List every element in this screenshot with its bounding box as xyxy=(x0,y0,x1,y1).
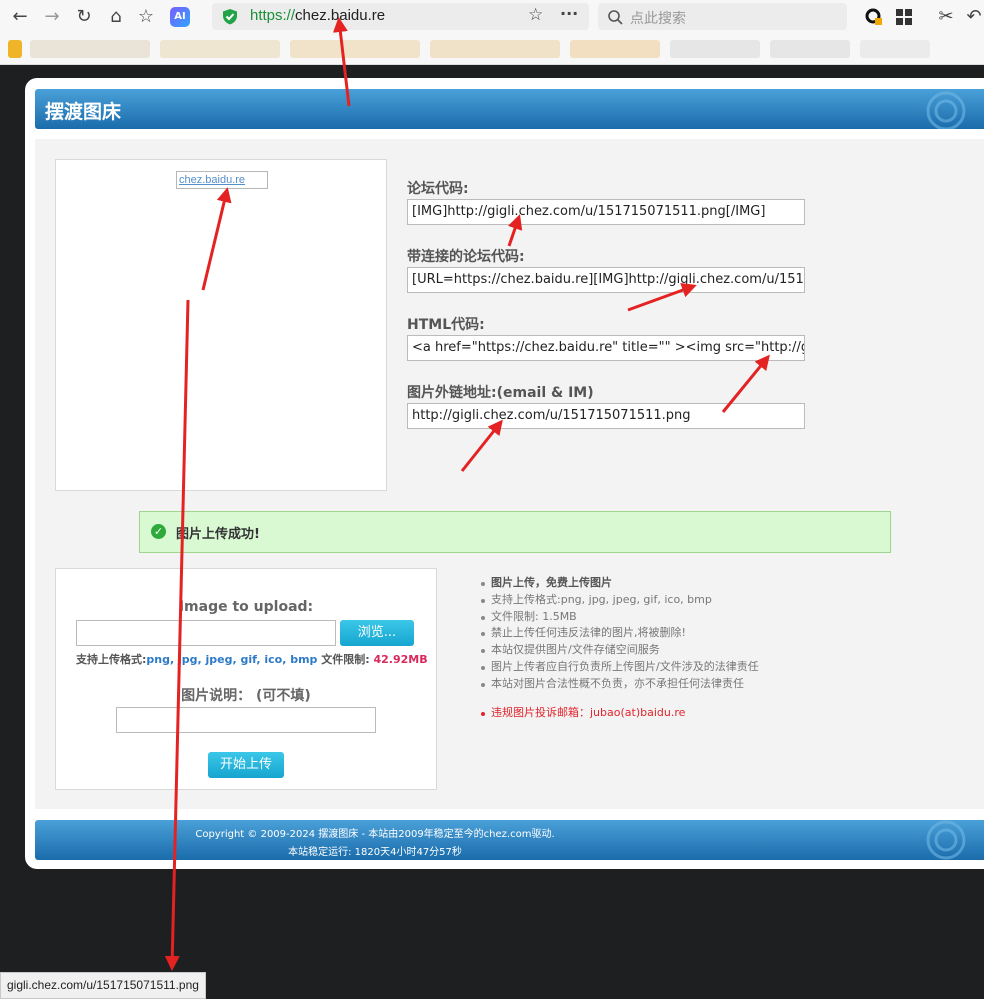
uploaded-image-link[interactable]: chez.baidu.re xyxy=(176,171,268,189)
uptime-text: 本站稳定运行: 1820天4小时47分57秒 xyxy=(288,847,462,858)
page-card: 摆渡图床 chez.baidu.re 论坛代码: [IMG]http://gig… xyxy=(25,78,984,869)
bookmark-item[interactable] xyxy=(670,40,760,58)
description-input[interactable] xyxy=(116,707,376,733)
format-info: 支持上传格式:png, jpg, jpeg, gif, ico, bmp 文件限… xyxy=(76,651,428,667)
formats-list: png, jpg, jpeg, gif, ico, bmp xyxy=(146,653,318,666)
extension-icon[interactable] xyxy=(862,5,886,29)
size-limit: 42.92MB xyxy=(373,653,428,666)
success-alert: ✓ 图片上传成功! xyxy=(139,511,891,553)
upload-title: Image to upload: xyxy=(178,599,314,615)
rule-item: 禁止上传任何违反法律的图片,将被删除! xyxy=(479,625,759,642)
site-header: 摆渡图床 xyxy=(35,89,984,129)
url-scheme: https:// xyxy=(250,7,296,24)
forum-code-label: 论坛代码: xyxy=(407,181,469,197)
site-title: 摆渡图床 xyxy=(45,101,122,123)
rule-item: 本站仅提供图片/文件存储空间服务 xyxy=(479,642,759,659)
back-icon[interactable]: ← xyxy=(8,5,32,29)
image-preview-panel: chez.baidu.re xyxy=(55,159,387,491)
check-circle-icon: ✓ xyxy=(151,524,166,539)
search-box[interactable]: 点此搜索 xyxy=(598,3,847,30)
url-host: chez.baidu.re xyxy=(295,7,386,24)
site-footer: Copyright © 2009-2024 摆渡图床 - 本站由2009年稳定至… xyxy=(35,820,984,860)
ai-assistant-icon[interactable]: AI xyxy=(170,7,190,27)
file-path-input[interactable] xyxy=(76,620,336,646)
rule-item: 文件限制: 1.5MB xyxy=(479,609,759,626)
scissors-icon[interactable]: ✂ xyxy=(934,5,958,29)
html-code-label: HTML代码: xyxy=(407,317,485,333)
direct-link-label: 图片外链地址:(email & IM) xyxy=(407,385,594,401)
more-icon[interactable]: ··· xyxy=(560,4,578,23)
favorites-icon[interactable]: ☆ xyxy=(134,5,158,29)
secure-shield-icon xyxy=(223,9,237,25)
browser-toolbar: ← → ↻ ⌂ ☆ AI https://chez.baidu.re ☆ ···… xyxy=(0,0,984,34)
success-message: 图片上传成功! xyxy=(176,527,260,542)
status-bar-url: gigli.chez.com/u/151715071511.png xyxy=(0,972,206,999)
undo-icon[interactable]: ↶ xyxy=(962,5,984,29)
rule-item: 支持上传格式:png, jpg, jpeg, gif, ico, bmp xyxy=(479,592,759,609)
bookmark-item[interactable] xyxy=(860,40,930,58)
forward-icon[interactable]: → xyxy=(40,5,64,29)
rules-list: 图片上传，免费上传图片 支持上传格式:png, jpg, jpeg, gif, … xyxy=(479,575,759,721)
report-email: 违规图片投诉邮箱：jubao(at)baidu.re xyxy=(479,705,759,722)
rule-item: 图片上传，免费上传图片 xyxy=(479,575,759,592)
bookmark-item[interactable] xyxy=(290,40,420,58)
bookmark-item[interactable] xyxy=(430,40,560,58)
footer-swirl-decoration xyxy=(926,820,966,860)
upload-form: Image to upload: 浏览... 支持上传格式:png, jpg, … xyxy=(55,568,437,790)
bookmark-item[interactable] xyxy=(160,40,280,58)
rule-item: 图片上传者应自行负责所上传图片/文件涉及的法律责任 xyxy=(479,659,759,676)
bookmark-item[interactable] xyxy=(30,40,150,58)
direct-link-field[interactable]: http://gigli.chez.com/u/151715071511.png xyxy=(407,403,805,429)
formats-prefix: 支持上传格式: xyxy=(76,653,147,666)
size-prefix: 文件限制: xyxy=(317,653,374,666)
header-swirl-decoration xyxy=(926,91,966,129)
bookmark-star-icon[interactable]: ☆ xyxy=(528,5,543,25)
linked-forum-code-field[interactable]: [URL=https://chez.baidu.re][IMG]http://g… xyxy=(407,267,805,293)
start-upload-button[interactable]: 开始上传 xyxy=(208,752,284,778)
main-content: chez.baidu.re 论坛代码: [IMG]http://gigli.ch… xyxy=(35,139,984,809)
rule-item: 本站对图片合法性概不负责，亦不承担任何法律责任 xyxy=(479,676,759,693)
bookmark-item[interactable] xyxy=(570,40,660,58)
search-placeholder: 点此搜索 xyxy=(630,11,686,27)
bookmarks-bar xyxy=(0,34,984,65)
search-icon xyxy=(608,10,623,25)
description-label: 图片说明： (可不填) xyxy=(181,688,311,704)
address-bar[interactable]: https://chez.baidu.re ☆ ··· xyxy=(212,3,589,30)
copyright-text: Copyright © 2009-2024 摆渡图床 - 本站由2009年稳定至… xyxy=(195,829,555,840)
bookmark-item[interactable] xyxy=(770,40,850,58)
apps-grid-icon[interactable] xyxy=(892,5,916,29)
home-icon[interactable]: ⌂ xyxy=(104,5,128,29)
reload-icon[interactable]: ↻ xyxy=(72,5,96,29)
linked-forum-code-label: 带连接的论坛代码: xyxy=(407,249,525,265)
forum-code-field[interactable]: [IMG]http://gigli.chez.com/u/15171507151… xyxy=(407,199,805,225)
browse-button[interactable]: 浏览... xyxy=(340,620,414,646)
folder-icon[interactable] xyxy=(8,40,22,58)
html-code-field[interactable]: <a href="https://chez.baidu.re" title=""… xyxy=(407,335,805,361)
